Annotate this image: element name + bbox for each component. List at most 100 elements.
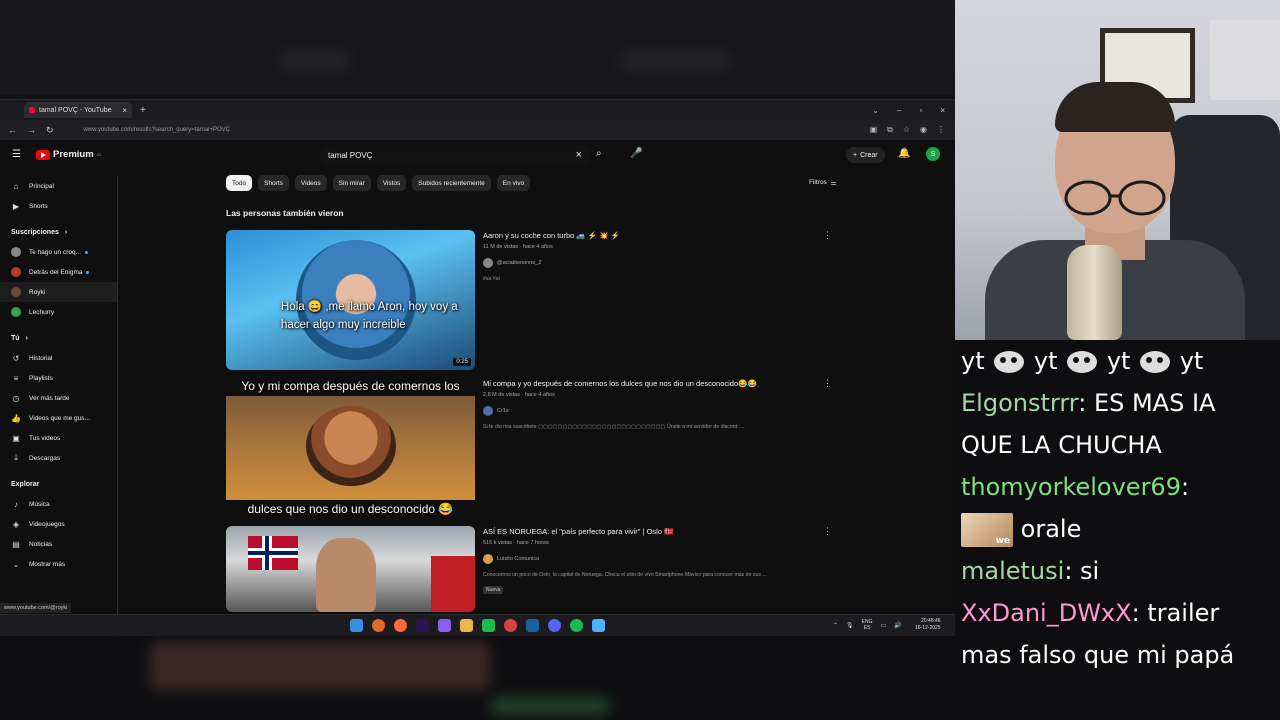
sidebar-item-your-videos[interactable]: ▣ Tus videos: [0, 428, 117, 448]
forward-icon[interactable]: →: [27, 125, 36, 135]
video-title[interactable]: ASÍ ES NORUEGA: el "país perfecto para v…: [483, 526, 813, 537]
sidebar-item-label: Videojuegos: [29, 520, 65, 528]
microphone-icon[interactable]: 🎤: [630, 148, 642, 159]
sidebar-item-label: Shorts: [29, 202, 48, 210]
back-icon[interactable]: ←: [8, 125, 17, 135]
video-result[interactable]: Yo y mi compa después de comernos los du…: [226, 378, 846, 518]
close-window-icon[interactable]: ×: [940, 106, 945, 115]
avatar[interactable]: S: [926, 147, 940, 161]
spotify-icon[interactable]: [570, 619, 583, 632]
sidebar-item-music[interactable]: ♪ Música: [0, 494, 117, 514]
search-icon[interactable]: ⌕: [596, 148, 602, 159]
new-content-dot: [85, 250, 89, 254]
url-field[interactable]: www.youtube.com/results?search_query=tam…: [84, 127, 230, 133]
search-icon[interactable]: [372, 619, 385, 632]
explore-header: Explorar: [0, 474, 117, 494]
create-button[interactable]: + Crear: [846, 147, 885, 163]
close-tab-icon[interactable]: ×: [122, 106, 127, 115]
video-thumbnail[interactable]: [226, 526, 475, 612]
subscriptions-header[interactable]: Suscripciones ›: [0, 222, 117, 242]
search-input[interactable]: tamal POVÇ ×: [320, 145, 590, 165]
video-title[interactable]: Aaron y su coche con turbo 🚙 ⚡ 💥 ⚡: [483, 230, 813, 241]
notepad-icon[interactable]: [592, 619, 605, 632]
obs-icon[interactable]: [504, 619, 517, 632]
channel-row[interactable]: Cr1s: [483, 406, 813, 416]
sidebar-item-sub[interactable]: Royki: [0, 282, 117, 302]
translate-icon[interactable]: ⧉: [887, 125, 893, 135]
clear-search-icon[interactable]: ×: [576, 149, 582, 161]
account-icon[interactable]: ◉: [920, 125, 927, 135]
more-options-icon[interactable]: ⋮: [823, 378, 832, 389]
chip-shorts[interactable]: Shorts: [258, 175, 289, 191]
more-options-icon[interactable]: ⋮: [823, 526, 832, 537]
sidebar-item-sub[interactable]: Te hago un croq...: [0, 242, 117, 262]
minimize-icon[interactable]: –: [897, 106, 901, 115]
cat-emote-icon: we: [961, 513, 1013, 547]
clock[interactable]: 20:46:46 16-12-2025: [915, 618, 941, 632]
logo-text: Premium: [53, 149, 94, 160]
chat-username: XxDani_DWxX: [961, 599, 1132, 627]
you-header[interactable]: Tú ›: [0, 328, 117, 348]
firefox-icon[interactable]: [394, 619, 407, 632]
maximize-icon[interactable]: ▫: [919, 106, 922, 115]
clock-time: 20:46:46: [921, 618, 941, 624]
channel-row[interactable]: Luisito Comunica: [483, 554, 813, 564]
channel-row[interactable]: @aciaktenonne_2: [483, 258, 813, 268]
file-explorer-icon[interactable]: [460, 619, 473, 632]
sidebar-item-label: Noticias: [29, 540, 53, 548]
sidebar-item-playlists[interactable]: ≡ Playlists: [0, 368, 117, 388]
video-thumbnail[interactable]: Hola 😄 ,me llamo Aron, hoy voy a hacer a…: [226, 230, 475, 370]
tab-list-icon[interactable]: ⌄: [872, 106, 879, 115]
channel-avatar: [11, 287, 21, 297]
sidebar-item-sub[interactable]: Lechurry: [0, 302, 117, 322]
video-result[interactable]: Hola 😄 ,me llamo Aron, hoy voy a hacer a…: [226, 230, 846, 370]
video-meta: Mi compa y yo después de comernos los du…: [483, 378, 813, 430]
chip-todo[interactable]: Todo: [226, 175, 253, 191]
sidebar-item-history[interactable]: ↺ Historial: [0, 348, 117, 368]
sidebar-item-sub[interactable]: Detrás del Enigma: [0, 262, 117, 282]
sidebar-item-news[interactable]: ▤ Noticias: [0, 534, 117, 554]
microphone-tray-icon[interactable]: 🎙: [846, 622, 854, 629]
chip-watched[interactable]: Vistos: [376, 175, 407, 191]
sidebar-item-shorts[interactable]: ▶ Shorts: [0, 196, 117, 216]
sidebar-item-watch-later[interactable]: ◷ Ver más tarde: [0, 388, 117, 408]
chip-unwatched[interactable]: Sin mirar: [332, 175, 371, 191]
hamburger-menu-icon[interactable]: ☰: [12, 149, 21, 160]
sidebar-item-principal[interactable]: ⌂ Principal: [0, 176, 117, 196]
video-description: Conocemos un poco de Oslo, la capital de…: [483, 572, 767, 578]
menu-icon[interactable]: ⋮: [937, 125, 945, 135]
premiere-icon[interactable]: [416, 619, 429, 632]
sidebar-item-liked[interactable]: 👍 Videos que me gus...: [0, 408, 117, 428]
notifications-bell-icon[interactable]: 🔔: [898, 148, 910, 159]
chip-videos[interactable]: Videos: [294, 175, 327, 191]
sidebar-item-downloads[interactable]: ⤓ Descargas: [0, 448, 117, 468]
discord-icon[interactable]: [548, 619, 561, 632]
new-badge: Nueva: [483, 586, 504, 594]
filters-button[interactable]: Filtros ⚌: [809, 179, 837, 187]
video-thumbnail[interactable]: Yo y mi compa después de comernos los du…: [226, 378, 475, 518]
video-result[interactable]: ASÍ ES NORUEGA: el "país perfecto para v…: [226, 526, 846, 612]
sidebar-item-gaming[interactable]: ◈ Videojuegos: [0, 514, 117, 534]
sidebar-item-show-more[interactable]: ⌄ Mostrar más: [0, 554, 117, 574]
video-title[interactable]: Mi compa y yo después de comernos los du…: [483, 378, 813, 389]
music-icon: ♪: [14, 499, 18, 509]
reload-icon[interactable]: ↻: [46, 125, 54, 136]
new-tab-icon[interactable]: +: [140, 105, 146, 116]
browser-tab[interactable]: tamal POVÇ - YouTube ×: [24, 102, 132, 118]
app-icon[interactable]: [482, 619, 495, 632]
language-indicator[interactable]: ENG ES: [862, 619, 873, 631]
bookmark-star-icon[interactable]: ☆: [903, 125, 910, 135]
monitor-icon[interactable]: ▭: [881, 622, 887, 629]
chip-live[interactable]: En vivo: [496, 175, 531, 191]
youtube-premium-logo[interactable]: Premium CL: [36, 149, 102, 160]
steam-icon[interactable]: [526, 619, 539, 632]
extension-icon[interactable]: ▣: [870, 125, 878, 135]
chip-recent[interactable]: Subidos recientemente: [412, 175, 491, 191]
app-icon[interactable]: [438, 619, 451, 632]
more-options-icon[interactable]: ⋮: [823, 230, 832, 241]
volume-icon[interactable]: 🔊: [894, 622, 901, 629]
video-description: Si te dio risa suscribete ▢▢▢▢▢▢▢▢▢▢▢▢▢▢…: [483, 424, 745, 430]
chevron-up-icon[interactable]: ⌃: [833, 622, 838, 629]
windows-start-icon[interactable]: [350, 619, 363, 632]
webcam-feed: [955, 0, 1280, 340]
